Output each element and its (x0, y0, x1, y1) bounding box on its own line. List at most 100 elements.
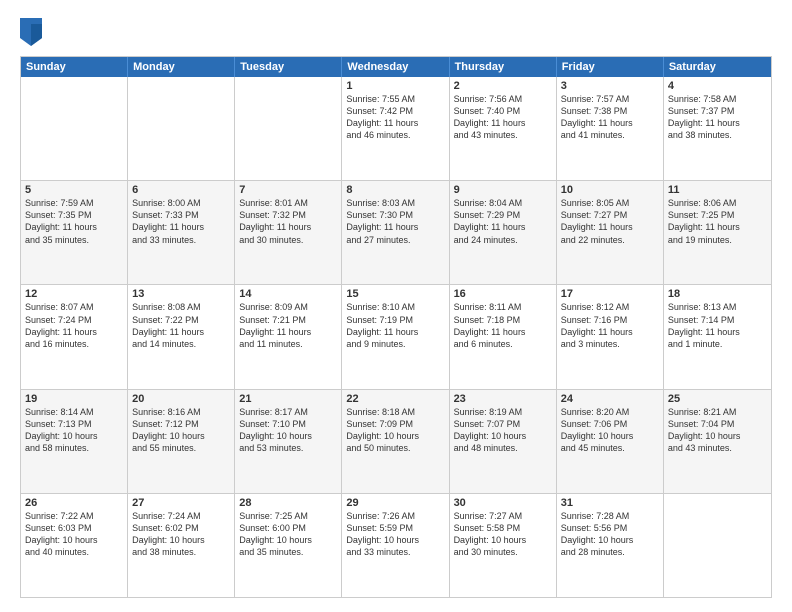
calendar-cell (21, 77, 128, 180)
day-number: 27 (132, 497, 230, 509)
calendar-cell: 1Sunrise: 7:55 AM Sunset: 7:42 PM Daylig… (342, 77, 449, 180)
cell-info: Sunrise: 7:24 AM Sunset: 6:02 PM Dayligh… (132, 510, 230, 559)
calendar-cell: 9Sunrise: 8:04 AM Sunset: 7:29 PM Daylig… (450, 181, 557, 284)
weekday-header: Friday (557, 57, 664, 77)
day-number: 20 (132, 393, 230, 405)
calendar-row: 5Sunrise: 7:59 AM Sunset: 7:35 PM Daylig… (21, 180, 771, 284)
cell-info: Sunrise: 8:09 AM Sunset: 7:21 PM Dayligh… (239, 301, 337, 350)
calendar-cell: 15Sunrise: 8:10 AM Sunset: 7:19 PM Dayli… (342, 285, 449, 388)
day-number: 2 (454, 80, 552, 92)
day-number: 28 (239, 497, 337, 509)
calendar-cell: 27Sunrise: 7:24 AM Sunset: 6:02 PM Dayli… (128, 494, 235, 597)
cell-info: Sunrise: 8:01 AM Sunset: 7:32 PM Dayligh… (239, 197, 337, 246)
day-number: 10 (561, 184, 659, 196)
cell-info: Sunrise: 8:18 AM Sunset: 7:09 PM Dayligh… (346, 406, 444, 455)
calendar: SundayMondayTuesdayWednesdayThursdayFrid… (20, 56, 772, 598)
header (20, 18, 772, 46)
calendar-header: SundayMondayTuesdayWednesdayThursdayFrid… (21, 57, 771, 77)
calendar-cell: 24Sunrise: 8:20 AM Sunset: 7:06 PM Dayli… (557, 390, 664, 493)
day-number: 24 (561, 393, 659, 405)
weekday-header: Saturday (664, 57, 771, 77)
calendar-cell: 31Sunrise: 7:28 AM Sunset: 5:56 PM Dayli… (557, 494, 664, 597)
day-number: 4 (668, 80, 767, 92)
calendar-cell: 26Sunrise: 7:22 AM Sunset: 6:03 PM Dayli… (21, 494, 128, 597)
day-number: 30 (454, 497, 552, 509)
cell-info: Sunrise: 7:58 AM Sunset: 7:37 PM Dayligh… (668, 93, 767, 142)
weekday-header: Tuesday (235, 57, 342, 77)
calendar-cell: 28Sunrise: 7:25 AM Sunset: 6:00 PM Dayli… (235, 494, 342, 597)
calendar-cell: 17Sunrise: 8:12 AM Sunset: 7:16 PM Dayli… (557, 285, 664, 388)
weekday-header: Sunday (21, 57, 128, 77)
calendar-cell: 6Sunrise: 8:00 AM Sunset: 7:33 PM Daylig… (128, 181, 235, 284)
calendar-cell: 7Sunrise: 8:01 AM Sunset: 7:32 PM Daylig… (235, 181, 342, 284)
cell-info: Sunrise: 8:00 AM Sunset: 7:33 PM Dayligh… (132, 197, 230, 246)
calendar-row: 12Sunrise: 8:07 AM Sunset: 7:24 PM Dayli… (21, 284, 771, 388)
calendar-cell: 2Sunrise: 7:56 AM Sunset: 7:40 PM Daylig… (450, 77, 557, 180)
day-number: 14 (239, 288, 337, 300)
calendar-cell: 29Sunrise: 7:26 AM Sunset: 5:59 PM Dayli… (342, 494, 449, 597)
weekday-header: Monday (128, 57, 235, 77)
cell-info: Sunrise: 7:56 AM Sunset: 7:40 PM Dayligh… (454, 93, 552, 142)
cell-info: Sunrise: 8:08 AM Sunset: 7:22 PM Dayligh… (132, 301, 230, 350)
calendar-cell: 21Sunrise: 8:17 AM Sunset: 7:10 PM Dayli… (235, 390, 342, 493)
calendar-cell: 4Sunrise: 7:58 AM Sunset: 7:37 PM Daylig… (664, 77, 771, 180)
day-number: 11 (668, 184, 767, 196)
day-number: 19 (25, 393, 123, 405)
cell-info: Sunrise: 8:07 AM Sunset: 7:24 PM Dayligh… (25, 301, 123, 350)
day-number: 5 (25, 184, 123, 196)
page: SundayMondayTuesdayWednesdayThursdayFrid… (0, 0, 792, 612)
calendar-cell: 10Sunrise: 8:05 AM Sunset: 7:27 PM Dayli… (557, 181, 664, 284)
calendar-cell: 5Sunrise: 7:59 AM Sunset: 7:35 PM Daylig… (21, 181, 128, 284)
cell-info: Sunrise: 8:20 AM Sunset: 7:06 PM Dayligh… (561, 406, 659, 455)
cell-info: Sunrise: 8:05 AM Sunset: 7:27 PM Dayligh… (561, 197, 659, 246)
cell-info: Sunrise: 7:59 AM Sunset: 7:35 PM Dayligh… (25, 197, 123, 246)
calendar-cell (664, 494, 771, 597)
cell-info: Sunrise: 7:55 AM Sunset: 7:42 PM Dayligh… (346, 93, 444, 142)
cell-info: Sunrise: 8:13 AM Sunset: 7:14 PM Dayligh… (668, 301, 767, 350)
day-number: 25 (668, 393, 767, 405)
calendar-cell: 30Sunrise: 7:27 AM Sunset: 5:58 PM Dayli… (450, 494, 557, 597)
calendar-cell: 23Sunrise: 8:19 AM Sunset: 7:07 PM Dayli… (450, 390, 557, 493)
calendar-cell: 22Sunrise: 8:18 AM Sunset: 7:09 PM Dayli… (342, 390, 449, 493)
cell-info: Sunrise: 8:03 AM Sunset: 7:30 PM Dayligh… (346, 197, 444, 246)
logo (20, 18, 46, 46)
cell-info: Sunrise: 8:17 AM Sunset: 7:10 PM Dayligh… (239, 406, 337, 455)
cell-info: Sunrise: 7:26 AM Sunset: 5:59 PM Dayligh… (346, 510, 444, 559)
calendar-row: 1Sunrise: 7:55 AM Sunset: 7:42 PM Daylig… (21, 77, 771, 180)
cell-info: Sunrise: 8:21 AM Sunset: 7:04 PM Dayligh… (668, 406, 767, 455)
day-number: 9 (454, 184, 552, 196)
day-number: 7 (239, 184, 337, 196)
day-number: 8 (346, 184, 444, 196)
day-number: 21 (239, 393, 337, 405)
day-number: 17 (561, 288, 659, 300)
day-number: 26 (25, 497, 123, 509)
cell-info: Sunrise: 8:10 AM Sunset: 7:19 PM Dayligh… (346, 301, 444, 350)
calendar-cell: 11Sunrise: 8:06 AM Sunset: 7:25 PM Dayli… (664, 181, 771, 284)
day-number: 22 (346, 393, 444, 405)
day-number: 16 (454, 288, 552, 300)
logo-icon (20, 18, 42, 46)
cell-info: Sunrise: 8:11 AM Sunset: 7:18 PM Dayligh… (454, 301, 552, 350)
cell-info: Sunrise: 7:57 AM Sunset: 7:38 PM Dayligh… (561, 93, 659, 142)
calendar-cell: 3Sunrise: 7:57 AM Sunset: 7:38 PM Daylig… (557, 77, 664, 180)
cell-info: Sunrise: 7:27 AM Sunset: 5:58 PM Dayligh… (454, 510, 552, 559)
cell-info: Sunrise: 8:19 AM Sunset: 7:07 PM Dayligh… (454, 406, 552, 455)
calendar-body: 1Sunrise: 7:55 AM Sunset: 7:42 PM Daylig… (21, 77, 771, 597)
calendar-cell: 18Sunrise: 8:13 AM Sunset: 7:14 PM Dayli… (664, 285, 771, 388)
day-number: 3 (561, 80, 659, 92)
calendar-row: 26Sunrise: 7:22 AM Sunset: 6:03 PM Dayli… (21, 493, 771, 597)
day-number: 18 (668, 288, 767, 300)
cell-info: Sunrise: 8:16 AM Sunset: 7:12 PM Dayligh… (132, 406, 230, 455)
cell-info: Sunrise: 8:14 AM Sunset: 7:13 PM Dayligh… (25, 406, 123, 455)
day-number: 29 (346, 497, 444, 509)
calendar-row: 19Sunrise: 8:14 AM Sunset: 7:13 PM Dayli… (21, 389, 771, 493)
day-number: 12 (25, 288, 123, 300)
weekday-header: Thursday (450, 57, 557, 77)
calendar-cell: 20Sunrise: 8:16 AM Sunset: 7:12 PM Dayli… (128, 390, 235, 493)
cell-info: Sunrise: 8:12 AM Sunset: 7:16 PM Dayligh… (561, 301, 659, 350)
cell-info: Sunrise: 8:06 AM Sunset: 7:25 PM Dayligh… (668, 197, 767, 246)
calendar-cell: 16Sunrise: 8:11 AM Sunset: 7:18 PM Dayli… (450, 285, 557, 388)
calendar-cell: 12Sunrise: 8:07 AM Sunset: 7:24 PM Dayli… (21, 285, 128, 388)
calendar-cell: 13Sunrise: 8:08 AM Sunset: 7:22 PM Dayli… (128, 285, 235, 388)
calendar-cell: 25Sunrise: 8:21 AM Sunset: 7:04 PM Dayli… (664, 390, 771, 493)
